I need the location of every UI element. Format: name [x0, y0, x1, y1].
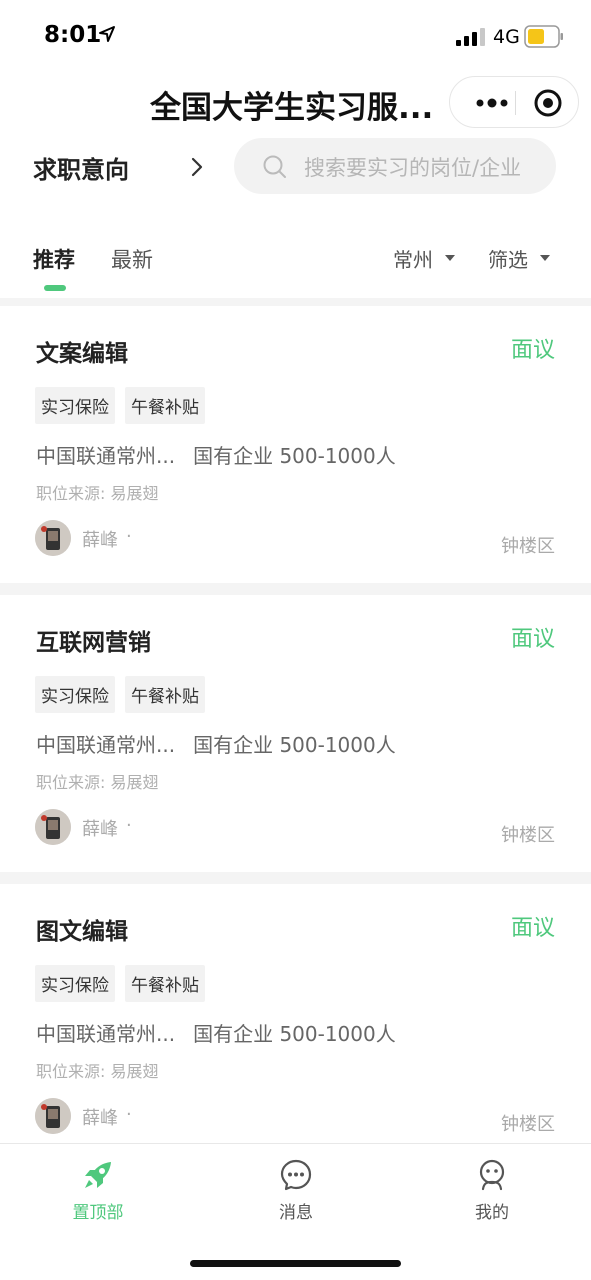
company-size: 500-1000人 — [279, 733, 396, 757]
job-title: 图文编辑 — [36, 919, 128, 945]
company-size: 500-1000人 — [279, 444, 396, 468]
salary: 面议 — [510, 627, 555, 652]
city-filter[interactable]: 常州 — [393, 244, 433, 273]
search-input[interactable]: 搜索要实习的岗位/企业 — [234, 138, 556, 194]
list-divider — [0, 872, 591, 884]
more-icon[interactable] — [470, 77, 514, 129]
search-placeholder: 搜索要实习的岗位/企业 — [304, 156, 522, 180]
job-card[interactable]: 图文编辑 面议 实习保险 午餐补贴 中国联通常州... 国有企业 500-1000… — [0, 884, 591, 1161]
nav-label: 消息 — [279, 1203, 313, 1223]
tag-list: 实习保险 午餐补贴 — [35, 387, 205, 424]
nav-item-top[interactable]: 置顶部 — [48, 1158, 148, 1223]
tag: 午餐补贴 — [125, 676, 205, 713]
recruiter-name: 薛峰 — [82, 1108, 118, 1129]
caret-down-icon — [540, 255, 550, 261]
avatar-image — [35, 520, 71, 556]
recruiter-name: 薛峰 — [82, 819, 118, 840]
tab-latest[interactable]: 最新 — [111, 244, 153, 274]
nav-item-profile[interactable]: 我的 — [442, 1158, 542, 1223]
message-icon — [280, 1159, 312, 1191]
status-bar: 8:01 4G — [0, 0, 591, 72]
salary: 面议 — [510, 916, 555, 941]
company-name: 中国联通常州... — [36, 733, 176, 757]
avatar — [35, 809, 71, 845]
rocket-icon — [85, 1162, 111, 1188]
avatar — [35, 1098, 71, 1134]
recruiter-name: 薛峰 — [82, 530, 118, 551]
company-info: 中国联通常州... 国有企业 500-1000人 — [36, 729, 396, 758]
signal-icon — [456, 28, 485, 46]
caret-down-icon — [445, 255, 455, 261]
capsule-divider — [515, 91, 516, 115]
tag: 实习保险 — [35, 965, 115, 1002]
tag: 午餐补贴 — [125, 387, 205, 424]
tag: 午餐补贴 — [125, 965, 205, 1002]
profile-icon — [479, 1159, 505, 1191]
job-source: 职位来源: 易展翅 — [36, 1062, 159, 1081]
company-type: 国有企业 — [193, 733, 274, 757]
company-name: 中国联通常州... — [36, 1022, 176, 1046]
active-tab-indicator — [44, 285, 66, 291]
miniprogram-capsule — [449, 76, 579, 128]
district: 钟楼区 — [501, 536, 555, 557]
search-icon — [263, 155, 286, 178]
job-source: 职位来源: 易展翅 — [36, 484, 159, 503]
separator-dot: · — [126, 526, 132, 547]
job-title: 文案编辑 — [36, 341, 128, 367]
nav-label: 置顶部 — [72, 1203, 124, 1223]
tag-list: 实习保险 午餐补贴 — [35, 965, 205, 1002]
home-indicator — [190, 1260, 401, 1267]
tag: 实习保险 — [35, 387, 115, 424]
company-name: 中国联通常州... — [36, 444, 176, 468]
avatar — [35, 520, 71, 556]
separator-dot: · — [126, 815, 132, 836]
screen-filter[interactable]: 筛选 — [488, 244, 528, 273]
list-divider — [0, 583, 591, 595]
avatar-image — [35, 809, 71, 845]
chevron-right-icon[interactable] — [188, 156, 206, 178]
district: 钟楼区 — [501, 1114, 555, 1135]
battery-icon — [524, 25, 563, 48]
separator-dot: · — [126, 1104, 132, 1125]
page-title: 全国大学生实习服... — [150, 90, 434, 126]
company-info: 中国联通常州... 国有企业 500-1000人 — [36, 440, 396, 469]
job-source: 职位来源: 易展翅 — [36, 773, 159, 792]
close-miniprogram-icon[interactable] — [532, 87, 564, 119]
job-intent-label[interactable]: 求职意向 — [33, 150, 129, 185]
job-card[interactable]: 文案编辑 面议 实习保险 午餐补贴 中国联通常州... 国有企业 500-1000… — [0, 306, 591, 583]
tag: 实习保险 — [35, 676, 115, 713]
location-arrow-icon — [99, 26, 115, 42]
tab-recommended[interactable]: 推荐 — [33, 244, 75, 274]
company-info: 中国联通常州... 国有企业 500-1000人 — [36, 1018, 396, 1047]
tag-list: 实习保险 午餐补贴 — [35, 676, 205, 713]
company-type: 国有企业 — [193, 1022, 274, 1046]
company-size: 500-1000人 — [279, 1022, 396, 1046]
network-type: 4G — [493, 26, 520, 48]
status-time: 8:01 — [44, 22, 102, 48]
avatar-image — [35, 1098, 71, 1134]
salary: 面议 — [510, 338, 555, 363]
company-type: 国有企业 — [193, 444, 274, 468]
title-bar: 全国大学生实习服... — [0, 72, 591, 136]
nav-label: 我的 — [475, 1203, 509, 1223]
job-card[interactable]: 互联网营销 面议 实习保险 午餐补贴 中国联通常州... 国有企业 500-100… — [0, 595, 591, 872]
job-title: 互联网营销 — [36, 630, 151, 656]
district: 钟楼区 — [501, 825, 555, 846]
nav-item-messages[interactable]: 消息 — [246, 1158, 346, 1223]
